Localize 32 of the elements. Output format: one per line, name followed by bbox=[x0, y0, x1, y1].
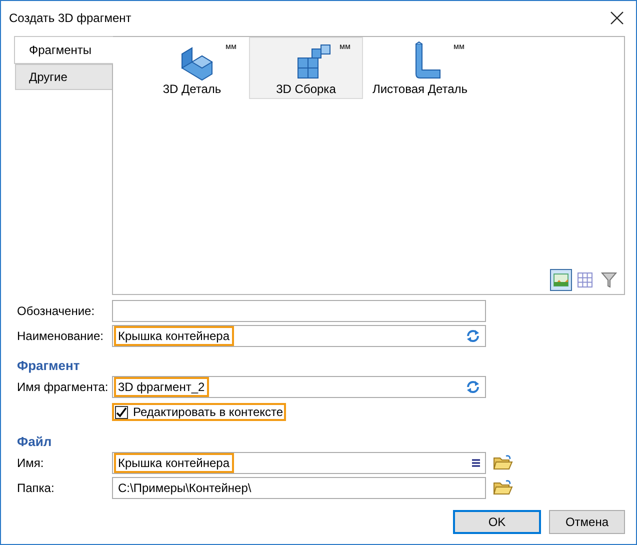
checkbox[interactable] bbox=[115, 406, 128, 418]
input-field[interactable]: Крышка контейнера bbox=[112, 325, 486, 347]
section-heading: Файл bbox=[17, 434, 53, 449]
list-icon[interactable] bbox=[471, 458, 481, 468]
refresh-icon[interactable] bbox=[465, 379, 481, 395]
dialog-button[interactable]: Отмена bbox=[549, 510, 625, 534]
unit-label: мм bbox=[226, 41, 236, 51]
dialog-button[interactable]: OK bbox=[453, 510, 541, 534]
unit-label: мм bbox=[340, 41, 350, 51]
checkbox-label: Редактировать в контексте bbox=[133, 405, 284, 419]
image-button[interactable] bbox=[550, 269, 572, 291]
input-field[interactable]: C:\Примеры\Контейнер\ bbox=[112, 477, 486, 499]
tab[interactable]: Фрагменты bbox=[14, 36, 113, 64]
field-label: Имя фрагмента: bbox=[17, 380, 110, 394]
field-label: Наименование: bbox=[17, 329, 105, 343]
unit-label: мм bbox=[454, 41, 464, 51]
window-title: Создать 3D фрагмент bbox=[9, 11, 132, 25]
template-item[interactable]: мм Листовая Деталь bbox=[363, 37, 477, 99]
refresh-icon[interactable] bbox=[465, 328, 481, 344]
tab[interactable]: Другие bbox=[15, 64, 112, 90]
folder-button[interactable] bbox=[493, 480, 513, 496]
field-label: Обозначение: bbox=[17, 304, 96, 318]
input-field[interactable]: 3D фрагмент_2 bbox=[112, 376, 486, 398]
field-label: Папка: bbox=[17, 481, 56, 495]
template-item[interactable]: мм 3D Сборка bbox=[249, 37, 363, 99]
section-heading: Фрагмент bbox=[17, 358, 81, 373]
input-field[interactable] bbox=[112, 300, 486, 322]
input-field[interactable]: Крышка контейнера bbox=[112, 452, 486, 474]
folder-button[interactable] bbox=[493, 455, 513, 471]
field-label: Имя: bbox=[17, 456, 45, 470]
close-icon[interactable] bbox=[610, 11, 624, 25]
template-item[interactable]: мм 3D Деталь bbox=[135, 37, 249, 99]
